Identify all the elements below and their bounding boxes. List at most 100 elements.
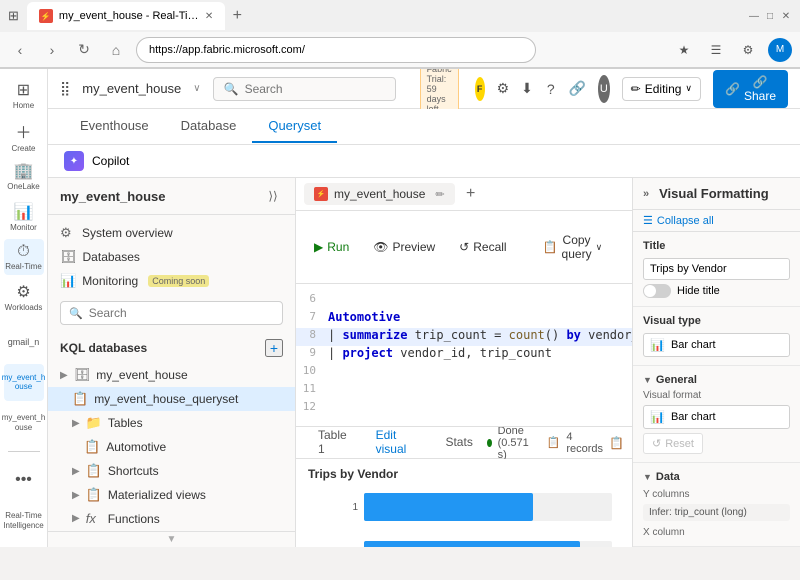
tab-database[interactable]: Database [165,110,253,143]
maximize-button[interactable] [764,10,776,22]
rail-item-more[interactable]: ••• [4,462,44,498]
general-collapse-btn[interactable]: ▼ General [643,374,790,386]
y-columns-value: Infer: trip_count (long) [643,504,790,521]
profile-button[interactable]: M [768,38,792,62]
status-label: Done (0.571 s) [498,427,541,461]
back-button[interactable]: ‹ [8,38,32,62]
rail-item-my-event-house-2[interactable]: my_event_house [4,405,44,441]
tree-item-functions[interactable]: ▶ fx Functions [48,507,295,530]
vf-collapse-btn[interactable]: » [643,188,649,200]
x-column-label: X column [643,527,790,538]
copilot-bar[interactable]: ✦ Copilot [48,145,800,178]
collections-button[interactable]: ☰ [704,38,728,62]
copilot-label: Copilot [92,154,129,168]
search-bar[interactable]: 🔍 [60,301,283,325]
tree-item-system-overview[interactable]: ⚙ System overview [48,221,295,245]
tab-queryset[interactable]: Queryset [252,110,337,143]
waffle-icon[interactable]: ⣿ [60,80,70,97]
user-avatar[interactable]: U [598,75,610,103]
rail-item-create[interactable]: ＋ Create [4,117,44,153]
automotive-icon: 📋 [84,439,100,455]
add-kql-button[interactable]: + [265,339,283,357]
title-input[interactable] [643,258,790,280]
tree-item-my-event-house[interactable]: ▶ 🗄 my_event_house [48,363,295,387]
address-bar-row: ‹ › ↻ ⌂ ★ ☰ ⚙ M [0,32,800,68]
rail-item-gmail[interactable]: gmail_n [4,324,44,360]
line-content-6 [328,292,632,306]
global-search-input[interactable] [245,82,385,96]
preview-button[interactable]: 👁 Preview [363,236,445,258]
tab-eventhouse[interactable]: Eventhouse [64,110,165,143]
settings-button[interactable]: ⚙ [736,38,760,62]
copy-results-icon[interactable]: 📋 [609,436,624,450]
rail-item-onelake[interactable]: 🏢 OneLake [4,158,44,194]
run-button[interactable]: ▶ Run [304,236,359,258]
tree-item-shortcuts[interactable]: ▶ 📋 Shortcuts [48,459,295,483]
editing-button[interactable]: ✏ Editing ∨ [622,77,701,101]
app-name-arrow: ∨ [193,83,200,94]
search-icon: 🔍 [224,82,239,96]
share-link-button[interactable]: 🔗 [569,75,586,103]
rail-item-home[interactable]: ⊞ Home [4,77,44,113]
tree-item-queryset[interactable]: 📋 my_event_house_queryset [48,387,295,411]
line-num-6: 6 [296,292,328,305]
help-button[interactable]: ? [545,75,557,103]
vf-visual-type-section: Visual type 📊 Bar chart [633,307,800,366]
visual-type-option[interactable]: 📊 Bar chart [643,333,790,357]
app-name: my_event_house [82,81,181,96]
rail-item-workloads[interactable]: ⚙ Workloads [4,279,44,315]
close-button[interactable] [780,10,792,22]
edit-tab-icon[interactable]: ✏ [435,188,444,201]
vf-title-section: Title Hide title [633,232,800,307]
query-tab-main[interactable]: ⚡ my_event_house ✏ [304,183,455,205]
tree-item-databases[interactable]: 🗄 Databases [48,245,295,269]
data-section-label: Data [656,471,680,483]
forward-button[interactable]: › [40,38,64,62]
vf-general-section: ▼ General Visual format 📊 Bar chart ↺ Re… [633,366,800,463]
browser-tab[interactable]: ⚡ my_event_house - Real-Time Inte... ✕ [27,2,225,30]
collapse-all-button[interactable]: ☰ Collapse all [633,210,800,232]
reset-label: Reset [665,438,694,450]
rail-item-realtime[interactable]: ⏱ Real-Time [4,239,44,275]
tree-item-monitoring[interactable]: 📊 Monitoring Coming soon [48,269,295,293]
search-input[interactable] [89,306,274,320]
code-line-8: 8 | summarize trip_count = count() by ve… [296,328,632,346]
tree-item-materialized-views[interactable]: ▶ 📋 Materialized views [48,483,295,507]
visual-format-option[interactable]: 📊 Bar chart [643,405,790,429]
reset-button[interactable]: ↺ Reset [643,433,703,454]
recall-button[interactable]: ↺ Recall [449,236,516,258]
tree-item-automotive[interactable]: 📋 Automotive [48,435,295,459]
new-tab-button[interactable]: + [225,4,249,28]
copilot-icon: ✦ [64,151,84,171]
share-button[interactable]: 🔗 🔗 Share [713,70,788,108]
address-input[interactable] [136,37,536,63]
icon-rail: ⊞ Home ＋ Create 🏢 OneLake 📊 Monitor ⏱ Re… [0,69,48,547]
home-button[interactable]: ⌂ [104,38,128,62]
hide-title-toggle[interactable] [643,284,671,298]
result-tab-stats[interactable]: Stats [431,429,486,457]
copy-query-label: Copy query [562,233,592,261]
tree-item-tables[interactable]: ▶ 📁 Tables [48,411,295,435]
add-query-tab-button[interactable]: + [459,182,483,206]
download-button[interactable]: ⬇ [521,75,533,103]
rail-item-my-event-house[interactable]: my_event_house [4,364,44,400]
collapse-icon: ☰ [643,214,653,227]
line-num-10: 10 [296,364,328,377]
minimize-button[interactable] [748,10,760,22]
settings-button[interactable]: ⚙ [497,75,510,103]
rail-item-monitor[interactable]: 📊 Monitor [4,198,44,234]
expand-panel-button[interactable]: ⟩⟩ [263,186,283,206]
data-collapse-btn[interactable]: ▼ Data [643,471,790,483]
visual-format-bar-icon: 📊 [650,410,665,424]
copy-query-button[interactable]: 📋 Copy query ∨ [533,229,613,265]
tree-section: ⚙ System overview 🗄 Databases 📊 Monitori… [48,215,295,531]
refresh-button[interactable]: ↻ [72,38,96,62]
general-option-row: 📊 Bar chart [643,405,790,429]
edit-pencil-icon: ✏ [631,82,641,96]
rail-item-realtime-intelligence[interactable]: Real-TimeIntelligence [4,503,44,539]
favorites-button[interactable]: ★ [672,38,696,62]
global-search-box[interactable]: 🔍 [213,77,396,101]
vf-header: » Visual Formatting [633,178,800,210]
tab-close-btn[interactable]: ✕ [205,11,213,22]
code-editor[interactable]: 6 7 Automotive 8 | summarize trip_count … [296,284,632,427]
